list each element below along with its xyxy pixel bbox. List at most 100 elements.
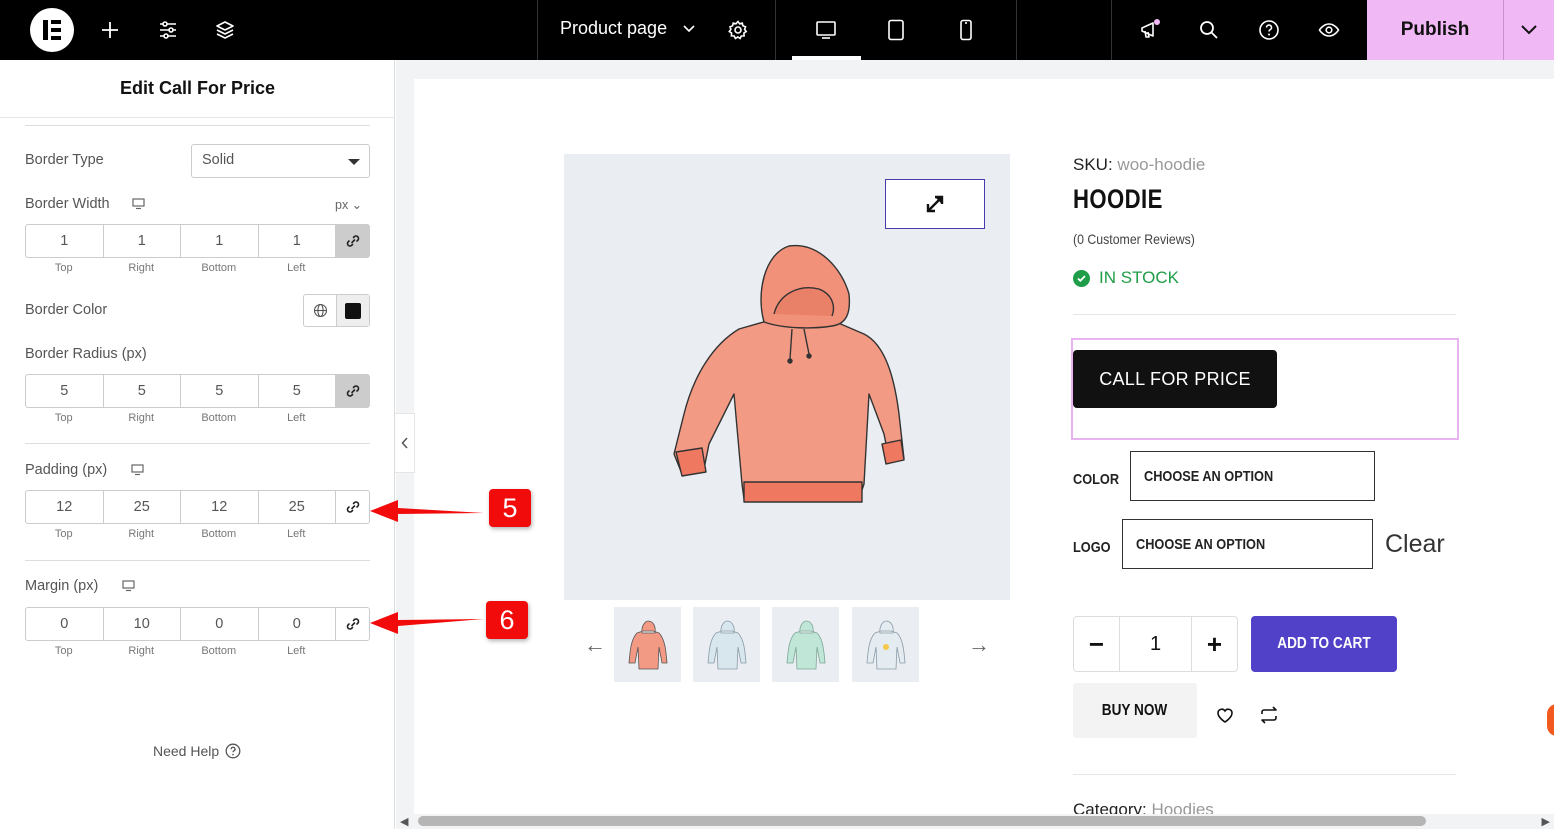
page-title: Product page — [560, 18, 668, 38]
side-label: Top — [54, 528, 73, 540]
publish-button[interactable]: Publish — [1367, 0, 1503, 60]
border-radius-top-input[interactable]: 5 — [26, 375, 104, 407]
global-colors-button[interactable] — [304, 295, 337, 326]
margin-top-input[interactable]: 0 — [26, 608, 104, 640]
publish-options-button[interactable] — [1503, 0, 1554, 60]
help-icon[interactable] — [1251, 12, 1287, 48]
help-icon — [225, 743, 241, 759]
margin-right-input[interactable]: 10 — [104, 608, 181, 640]
border-width-top-input[interactable]: 1 — [26, 225, 104, 257]
category-value[interactable]: Hoodies — [1151, 800, 1213, 814]
whats-new-megaphone-icon[interactable] — [1132, 12, 1168, 48]
stock-text: IN STOCK — [1099, 268, 1179, 287]
customer-reviews-link[interactable]: (0 Customer Reviews) — [1073, 231, 1195, 247]
search-icon[interactable] — [1191, 12, 1227, 48]
desktop-responsive-icon[interactable] — [132, 198, 145, 210]
add-element-icon[interactable] — [92, 12, 128, 48]
fullscreen-button[interactable] — [885, 179, 985, 229]
link-values-button[interactable] — [336, 375, 369, 407]
logo-select-value: CHOOSE AN OPTION — [1136, 535, 1266, 553]
sku-value: woo-hoodie — [1117, 155, 1206, 174]
margin-bottom-input[interactable]: 0 — [181, 608, 259, 640]
collapse-panel-button[interactable] — [395, 413, 415, 473]
elementor-logo-icon[interactable] — [30, 8, 74, 52]
side-label: Bottom — [201, 412, 237, 424]
link-icon — [346, 385, 359, 397]
color-swatch-button[interactable] — [337, 295, 369, 326]
need-help-label: Need Help — [153, 743, 220, 759]
callout-badge: 5 — [489, 489, 531, 527]
structure-layers-icon[interactable] — [207, 12, 243, 48]
preview-eye-icon[interactable] — [1311, 12, 1347, 48]
side-labels: Top Right Bottom Left — [25, 645, 335, 657]
horizontal-scrollbar[interactable]: ◀ ▶ — [396, 814, 1554, 829]
chevron-down-icon — [1521, 25, 1537, 35]
page-settings-gear-icon[interactable] — [720, 12, 756, 48]
wishlist-heart-icon[interactable] — [1214, 704, 1236, 726]
border-width-bottom-input[interactable]: 1 — [181, 225, 259, 257]
border-radius-bottom-input[interactable]: 5 — [181, 375, 259, 407]
floating-chat-button[interactable] — [1547, 704, 1554, 736]
desktop-responsive-icon[interactable] — [131, 464, 144, 476]
panel-title: Edit Call For Price — [119, 78, 276, 98]
side-labels: Top Right Bottom Left — [25, 262, 335, 274]
side-label: Left — [287, 645, 306, 657]
gallery-thumbnail[interactable] — [772, 607, 839, 682]
compare-arrows-icon[interactable] — [1258, 704, 1280, 726]
padding-top-input[interactable]: 12 — [26, 491, 104, 523]
gallery-prev-arrow-icon[interactable]: ← — [584, 632, 606, 658]
quantity-input[interactable]: 1 — [1119, 617, 1192, 671]
product-title: HOODIE — [1073, 184, 1163, 214]
scroll-right-arrow-icon[interactable]: ▶ — [1542, 815, 1550, 828]
gallery-thumbnail[interactable] — [614, 607, 681, 682]
gallery-thumbnail[interactable] — [852, 607, 919, 682]
mobile-view-icon[interactable] — [948, 12, 984, 48]
border-radius-right-input[interactable]: 5 — [104, 375, 181, 407]
color-select-value: CHOOSE AN OPTION — [1144, 467, 1274, 485]
padding-label: Padding (px) — [25, 462, 108, 478]
site-settings-icon[interactable] — [150, 12, 186, 48]
border-radius-inputs: 5 5 5 5 — [25, 374, 370, 408]
link-icon — [346, 501, 359, 513]
quantity-increase-button[interactable]: + — [1192, 617, 1237, 671]
logo-variation-label: LOGO — [1073, 539, 1111, 556]
page-title-dropdown[interactable]: Product page — [560, 18, 696, 39]
link-values-button[interactable] — [336, 225, 369, 257]
scroll-left-arrow-icon[interactable]: ◀ — [400, 815, 408, 828]
quantity-decrease-button[interactable]: − — [1074, 617, 1119, 671]
hoodie-thumbnail — [628, 620, 667, 669]
tablet-view-icon[interactable] — [878, 12, 914, 48]
scrollbar-thumb[interactable] — [418, 816, 1426, 826]
unit-selector[interactable]: px ⌄ — [335, 197, 362, 212]
link-values-button[interactable] — [336, 491, 369, 523]
border-width-left-input[interactable]: 1 — [259, 225, 336, 257]
call-for-price-button[interactable]: CALL FOR PRICE — [1073, 350, 1277, 408]
margin-inputs: 0 10 0 0 — [25, 607, 370, 641]
side-label: Bottom — [201, 645, 237, 657]
color-variation-select[interactable]: CHOOSE AN OPTION — [1130, 451, 1375, 501]
padding-right-input[interactable]: 25 — [104, 491, 181, 523]
link-values-button[interactable] — [336, 608, 369, 640]
desktop-responsive-icon[interactable] — [122, 580, 135, 592]
side-label: Bottom — [201, 528, 237, 540]
separator — [537, 0, 538, 60]
sku-label: SKU: — [1073, 155, 1113, 174]
margin-left-input[interactable]: 0 — [259, 608, 336, 640]
padding-left-input[interactable]: 25 — [259, 491, 336, 523]
add-to-cart-button[interactable]: ADD TO CART — [1251, 616, 1397, 672]
need-help-link[interactable]: Need Help — [153, 743, 241, 759]
link-icon — [346, 618, 359, 630]
desktop-view-icon[interactable] — [808, 12, 844, 48]
border-type-select[interactable]: Solid — [191, 144, 370, 178]
color-swatch — [345, 302, 361, 319]
clear-variations-link[interactable]: Clear — [1385, 530, 1445, 559]
separator — [775, 0, 776, 60]
padding-bottom-input[interactable]: 12 — [181, 491, 259, 523]
buy-now-button[interactable]: BUY NOW — [1073, 683, 1197, 738]
gallery-thumbnail[interactable] — [693, 607, 760, 682]
gallery-next-arrow-icon[interactable]: → — [968, 632, 990, 658]
divider — [25, 125, 370, 126]
border-width-right-input[interactable]: 1 — [104, 225, 181, 257]
logo-variation-select[interactable]: CHOOSE AN OPTION — [1122, 519, 1373, 569]
border-radius-left-input[interactable]: 5 — [259, 375, 336, 407]
